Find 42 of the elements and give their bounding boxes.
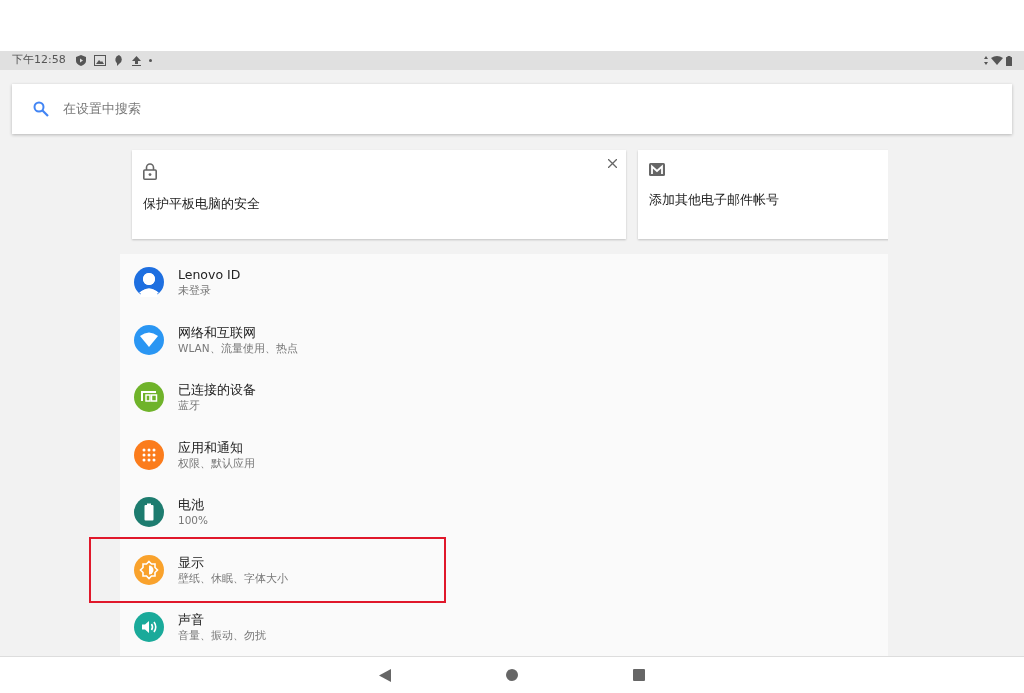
- search-icon: [33, 100, 49, 117]
- item-title: Lenovo ID: [178, 266, 241, 284]
- settings-item[interactable]: 声音 音量、振动、勿扰: [120, 598, 888, 657]
- card-text: 保护平板电脑的安全: [143, 194, 261, 213]
- data-arrows-icon: [984, 56, 988, 65]
- close-icon[interactable]: [608, 158, 617, 168]
- chat-bubble-icon: [113, 55, 124, 66]
- upload-icon: [131, 55, 141, 66]
- search-field[interactable]: 在设置中搜索: [12, 83, 1012, 134]
- padlock-icon: [143, 162, 157, 180]
- item-title: 已连接的设备: [178, 381, 256, 399]
- item-title: 应用和通知: [178, 438, 244, 456]
- settings-item[interactable]: 电池 100%: [120, 483, 888, 542]
- picture-icon: [93, 55, 106, 66]
- card-text: 添加其他电子邮件帐号: [649, 190, 780, 209]
- settings-item[interactable]: 应用和通知 权限、默认应用: [120, 426, 888, 484]
- settings-item[interactable]: 已连接的设备 蓝牙: [120, 368, 888, 427]
- status-time: 下午12:58: [12, 52, 66, 69]
- item-subtitle: 音量、振动、勿扰: [178, 628, 266, 644]
- back-icon[interactable]: [379, 668, 391, 682]
- settings-item[interactable]: 网络和互联网 WLAN、流量使用、热点: [120, 311, 888, 369]
- item-title: 声音: [178, 611, 205, 629]
- home-icon[interactable]: [506, 669, 518, 682]
- item-title: 显示: [178, 553, 205, 571]
- wifi-icon: [991, 56, 1003, 65]
- suggestion-card[interactable]: 保护平板电脑的安全: [132, 149, 626, 239]
- mail-icon: [649, 162, 665, 176]
- item-subtitle: 蓝牙: [178, 398, 201, 414]
- dot-icon: [148, 59, 152, 62]
- item-subtitle: 100%: [178, 513, 209, 529]
- item-subtitle: 未登录: [178, 283, 212, 299]
- item-subtitle: WLAN、流量使用、热点: [178, 340, 298, 356]
- battery-icon: [1006, 55, 1012, 66]
- item-title: 网络和互联网: [178, 323, 257, 341]
- settings-item[interactable]: 显示 壁纸、休眠、字体大小: [120, 541, 888, 599]
- settings-item[interactable]: Lenovo ID 未登录: [120, 253, 888, 312]
- shield-play-icon: [75, 55, 86, 66]
- item-subtitle: 壁纸、休眠、字体大小: [178, 570, 288, 586]
- overview-icon[interactable]: [633, 669, 645, 682]
- item-title: 电池: [178, 496, 205, 514]
- item-subtitle: 权限、默认应用: [178, 455, 255, 471]
- suggestion-card[interactable]: 添加其他电子邮件帐号: [638, 149, 888, 239]
